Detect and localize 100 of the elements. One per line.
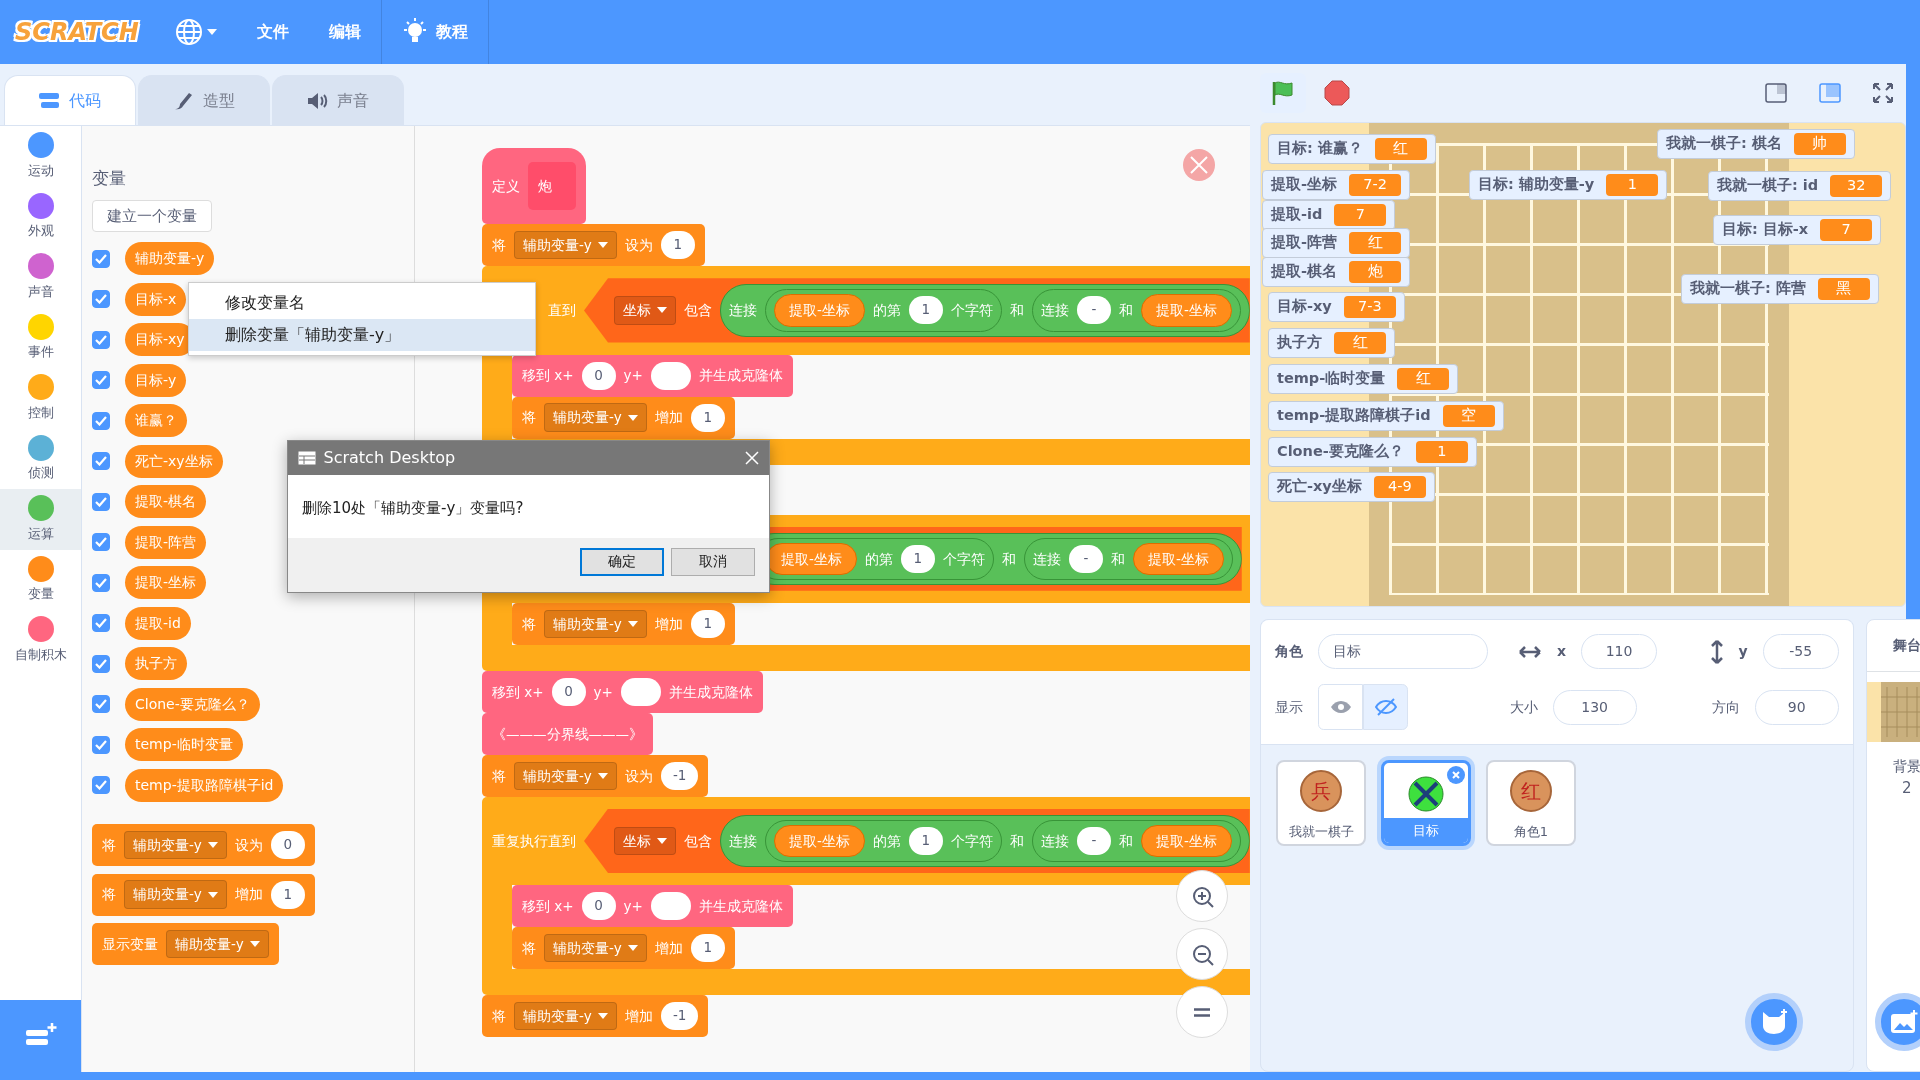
block-label: 移到 x+ xyxy=(522,896,574,916)
monitor-label: 提取-id xyxy=(1271,205,1323,224)
monitor-label: Clone-要克隆么？ xyxy=(1277,442,1404,461)
dropdown-value: 辅助变量-y xyxy=(175,934,244,954)
block-label: 包含 xyxy=(684,831,712,851)
dropdown-value: 坐标 xyxy=(623,831,651,851)
piece-thumbnail: 红 xyxy=(1510,769,1552,812)
category-heading: 变量 xyxy=(92,167,127,190)
monitor-value: 4-9 xyxy=(1373,476,1426,498)
block-label: 的第 xyxy=(864,549,893,569)
monitor-label: temp-临时变量 xyxy=(1277,369,1386,388)
monitor-label: 我就一棋子: id xyxy=(1717,176,1819,195)
block-label: 显示变量 xyxy=(102,934,158,954)
monitor-value: 炮 xyxy=(1349,261,1402,283)
monitor-label: 提取-棋名 xyxy=(1271,262,1338,281)
dialog-title: Scratch Desktop xyxy=(323,447,456,469)
block-label: 增加 xyxy=(234,885,263,905)
monitor-label: 目标-xy xyxy=(1277,297,1332,316)
field-label: 显示 xyxy=(1275,697,1303,717)
monitor-value: 红 xyxy=(1334,332,1386,354)
block-label: 的第 xyxy=(872,301,901,321)
block-label: 将 xyxy=(522,614,536,634)
block-label: 增加 xyxy=(654,408,683,428)
block-label: 并生成克隆体 xyxy=(668,682,753,702)
block-label: y+ xyxy=(623,366,643,386)
monitor-label: temp-提取路障棋子id xyxy=(1277,406,1431,425)
block-label: 和 xyxy=(1118,831,1133,851)
category-label: 声音 xyxy=(27,282,54,301)
block-label: 并生成克隆体 xyxy=(698,366,783,386)
block-label: 并生成克隆体 xyxy=(698,896,783,916)
sprite-name: 角色1 xyxy=(1512,822,1550,841)
monitor-value: 7 xyxy=(1820,219,1873,241)
category-label: 运算 xyxy=(27,524,54,543)
block-label: 直到 xyxy=(547,301,576,321)
block-label: 个字符 xyxy=(950,301,993,321)
monitor-value: 7-3 xyxy=(1343,296,1396,318)
block-label: 和 xyxy=(1009,831,1024,851)
monitor-value: 7-2 xyxy=(1349,174,1402,196)
block-label: 将 xyxy=(492,766,506,786)
monitor-label: 目标: 辅助变量-y xyxy=(1478,175,1595,194)
sprite-name: 我就一棋子 xyxy=(1287,822,1355,841)
block-label: 《———分界线———》 xyxy=(492,724,643,744)
monitor-label: 提取-坐标 xyxy=(1271,175,1338,194)
block-label: 和 xyxy=(1009,301,1024,321)
sprite-name: 目标 xyxy=(1384,817,1468,843)
block-label: 将 xyxy=(492,1006,506,1026)
block-label: y+ xyxy=(623,896,643,916)
category-label: 事件 xyxy=(27,343,54,362)
field-label: x xyxy=(1557,642,1567,661)
monitor-label: 执子方 xyxy=(1277,333,1322,352)
block-label: 连接 xyxy=(1032,549,1061,569)
block-label: 将 xyxy=(492,236,506,256)
monitor-value: 1 xyxy=(1415,441,1468,463)
field-label: y xyxy=(1738,642,1748,661)
category-label: 自制积木 xyxy=(14,645,67,664)
piece-thumbnail: 兵 xyxy=(1300,769,1342,812)
stage-pane-title: 舞台 xyxy=(1866,620,1920,672)
field-label: 角色 xyxy=(1275,642,1303,661)
block-label: y+ xyxy=(593,682,613,702)
block-label: 和 xyxy=(1118,301,1133,321)
dropdown-value: 辅助变量-y xyxy=(553,408,622,428)
block-label: 移到 x+ xyxy=(522,366,574,386)
monitor-label: 死亡-xy坐标 xyxy=(1277,477,1362,496)
monitor-label: 目标: 目标-x xyxy=(1722,220,1809,239)
monitor-value: 红 xyxy=(1349,232,1402,254)
monitor-label: 目标: 谁赢？ xyxy=(1277,139,1363,158)
block-label: 设为 xyxy=(624,766,653,786)
dropdown-value: 辅助变量-y xyxy=(553,614,622,634)
monitor-label: 提取-阵营 xyxy=(1271,233,1338,252)
block-label: 增加 xyxy=(654,938,683,958)
category-label: 外观 xyxy=(27,222,54,241)
category-label: 运动 xyxy=(27,161,54,180)
block-label: 连接 xyxy=(1040,301,1069,321)
block-label: 包含 xyxy=(684,301,712,321)
dropdown-value: 辅助变量-y xyxy=(133,885,202,905)
dropdown-value: 辅助变量-y xyxy=(133,835,202,855)
block-label: 移到 x+ xyxy=(492,682,544,702)
category-label: 控制 xyxy=(27,403,54,422)
block-label: 将 xyxy=(522,938,536,958)
custom-block-name: 炮 xyxy=(528,162,576,211)
monitor-value: 32 xyxy=(1830,175,1883,197)
block-label: 将 xyxy=(522,408,536,428)
block-label: 重复执行直到 xyxy=(492,831,576,851)
block-label: 设为 xyxy=(624,236,653,256)
block-label: 连接 xyxy=(729,301,757,321)
monitor-value: 1 xyxy=(1606,174,1659,196)
dropdown-value: 辅助变量-y xyxy=(523,236,592,256)
category-label: 侦测 xyxy=(27,464,54,483)
monitor-value: 红 xyxy=(1374,138,1427,160)
dropdown-value: 坐标 xyxy=(623,301,651,321)
category-label: 变量 xyxy=(27,585,54,604)
block-label: 将 xyxy=(102,885,116,905)
block-label: 定义 xyxy=(492,177,520,196)
block-label: 连接 xyxy=(729,831,757,851)
block-label: 的第 xyxy=(872,831,901,851)
backdrop-label: 背景 xyxy=(1892,757,1920,776)
monitor-value: 帅 xyxy=(1793,133,1846,155)
block-label: 设为 xyxy=(234,835,263,855)
monitor-value: 黑 xyxy=(1817,278,1870,300)
block-label: 连接 xyxy=(1040,831,1069,851)
